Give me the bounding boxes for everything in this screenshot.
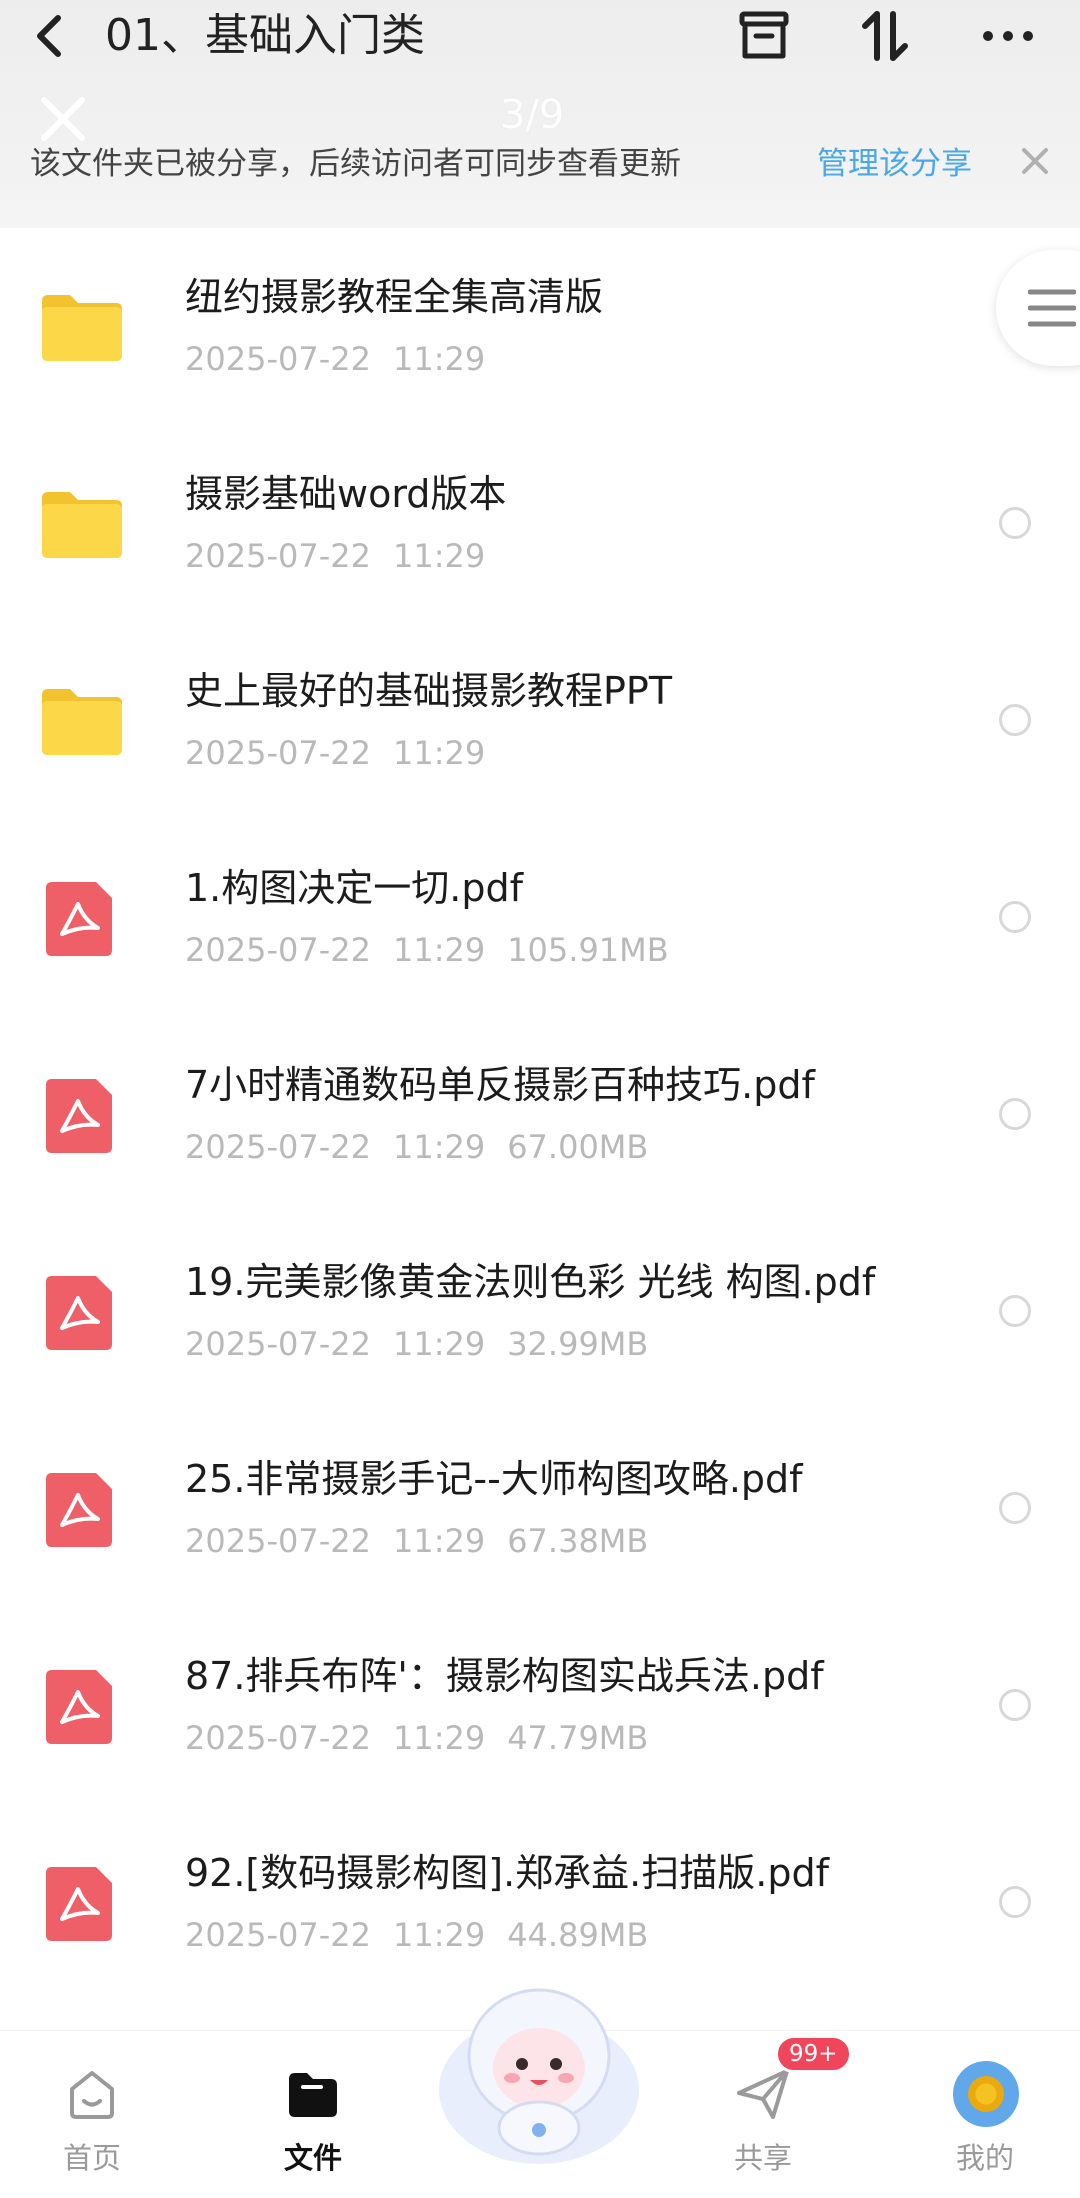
file-name: 19.完美影像黄金法则色彩 光线 构图.pdf xyxy=(185,1260,876,1304)
select-radio[interactable] xyxy=(999,1492,1031,1524)
close-icon xyxy=(1022,148,1048,174)
file-size: 67.00MB xyxy=(507,1128,649,1166)
file-time: 11:29 xyxy=(392,1522,486,1560)
list-item[interactable]: 19.完美影像黄金法则色彩 光线 构图.pdf 2025-07-22 11:29 3… xyxy=(0,1213,1080,1410)
sort-icon xyxy=(862,11,908,61)
tab-me[interactable]: 我的 xyxy=(915,2031,1055,2198)
file-size: 47.79MB xyxy=(507,1719,649,1757)
pdf-icon xyxy=(46,882,112,956)
file-time: 11:29 xyxy=(392,537,486,575)
folder-icon xyxy=(289,2073,337,2117)
folder-icon xyxy=(42,295,122,361)
pdf-icon xyxy=(46,1473,112,1547)
select-radio[interactable] xyxy=(999,1098,1031,1130)
tab-files[interactable]: 文件 xyxy=(243,2031,383,2198)
file-date: 2025-07-22 xyxy=(185,340,371,378)
file-meta: 2025-07-22 11:29 xyxy=(185,340,507,378)
file-time: 11:29 xyxy=(392,1128,486,1166)
list-item[interactable]: 87.排兵布阵'：摄影构图实战兵法.pdf 2025-07-22 11:29 47.… xyxy=(0,1607,1080,1804)
file-meta: 2025-07-22 11:29 xyxy=(185,734,507,772)
file-name: 7小时精通数码单反摄影百种技巧.pdf xyxy=(185,1063,815,1107)
notification-badge: 99+ xyxy=(775,2035,852,2073)
file-size: 67.38MB xyxy=(507,1522,649,1560)
file-meta: 2025-07-22 11:29 47.79MB xyxy=(185,1719,670,1757)
list-item[interactable]: 25.非常摄影手记--大师构图攻略.pdf 2025-07-22 11:29 67.… xyxy=(0,1410,1080,1607)
file-meta: 2025-07-22 11:29 105.91MB xyxy=(185,931,691,969)
tab-me-label: 我的 xyxy=(955,2141,1014,2175)
tab-share[interactable]: 99+ 共享 xyxy=(693,2031,852,2198)
assistant-mascot-button[interactable] xyxy=(432,1970,646,2170)
file-date: 2025-07-22 xyxy=(185,1522,371,1560)
select-radio[interactable] xyxy=(999,901,1031,933)
tab-home[interactable]: 首页 xyxy=(22,2031,162,2198)
select-radio[interactable] xyxy=(999,1886,1031,1918)
file-date: 2025-07-22 xyxy=(185,734,371,772)
back-button[interactable] xyxy=(28,10,72,62)
file-time: 11:29 xyxy=(392,1325,486,1363)
select-radio[interactable] xyxy=(999,1295,1031,1327)
sort-button[interactable] xyxy=(855,6,915,66)
file-list: 纽约摄影教程全集高清版 2025-07-22 11:29 摄影基础word版本 2… xyxy=(0,228,1080,2001)
top-bar: 01、基础入门类 3/9 该文件夹已被分享，后续访问者可同步查看更新 管理该分享 xyxy=(0,0,1080,228)
file-size: 32.99MB xyxy=(507,1325,649,1363)
file-name: 纽约摄影教程全集高清版 xyxy=(185,275,604,319)
file-time: 11:29 xyxy=(392,1916,486,1954)
file-size: 105.91MB xyxy=(507,931,669,969)
file-date: 2025-07-22 xyxy=(185,1719,371,1757)
select-radio[interactable] xyxy=(999,1689,1031,1721)
pdf-icon xyxy=(46,1079,112,1153)
share-banner-text: 该文件夹已被分享，后续访问者可同步查看更新 xyxy=(30,146,681,182)
archive-icon xyxy=(739,11,789,59)
chevron-left-icon xyxy=(37,15,61,57)
tab-home-label: 首页 xyxy=(62,2141,121,2175)
list-item[interactable]: 摄影基础word版本 2025-07-22 11:29 xyxy=(0,425,1080,622)
list-item[interactable]: 7小时精通数码单反摄影百种技巧.pdf 2025-07-22 11:29 67.00… xyxy=(0,1016,1080,1213)
folder-icon xyxy=(42,492,122,558)
file-meta: 2025-07-22 11:29 44.89MB xyxy=(185,1916,670,1954)
file-meta: 2025-07-22 11:29 67.38MB xyxy=(185,1522,670,1560)
tab-files-label: 文件 xyxy=(283,2141,342,2175)
share-banner-close-button[interactable] xyxy=(1018,144,1052,178)
more-icon xyxy=(983,31,1033,41)
list-item[interactable]: 1.构图决定一切.pdf 2025-07-22 11:29 105.91MB xyxy=(0,819,1080,1016)
file-name: 摄影基础word版本 xyxy=(185,472,507,516)
manage-share-link[interactable]: 管理该分享 xyxy=(817,138,972,183)
tab-share-label: 共享 xyxy=(733,2141,792,2175)
folder-icon xyxy=(42,689,122,755)
archive-button[interactable] xyxy=(734,6,794,66)
share-banner: 该文件夹已被分享，后续访问者可同步查看更新 管理该分享 xyxy=(0,130,1080,200)
page-title: 01、基础入门类 xyxy=(105,10,425,61)
home-icon xyxy=(70,2071,114,2119)
file-size: 44.89MB xyxy=(507,1916,649,1954)
file-time: 11:29 xyxy=(392,1719,486,1757)
file-meta: 2025-07-22 11:29 xyxy=(185,537,507,575)
select-radio[interactable] xyxy=(999,507,1031,539)
file-time: 11:29 xyxy=(392,734,486,772)
file-date: 2025-07-22 xyxy=(185,1325,371,1363)
file-date: 2025-07-22 xyxy=(185,931,371,969)
send-icon xyxy=(737,2069,789,2119)
list-item[interactable]: 纽约摄影教程全集高清版 2025-07-22 11:29 xyxy=(0,228,1080,425)
file-time: 11:29 xyxy=(392,931,486,969)
more-button[interactable] xyxy=(978,6,1038,66)
pdf-icon xyxy=(46,1670,112,1744)
file-name: 92.[数码摄影构图].郑承益.扫描版.pdf xyxy=(185,1851,829,1895)
pdf-icon xyxy=(46,1276,112,1350)
file-name: 25.非常摄影手记--大师构图攻略.pdf xyxy=(185,1457,803,1501)
select-radio[interactable] xyxy=(999,704,1031,736)
list-item[interactable]: 史上最好的基础摄影教程PPT 2025-07-22 11:29 xyxy=(0,622,1080,819)
file-date: 2025-07-22 xyxy=(185,1128,371,1166)
file-meta: 2025-07-22 11:29 67.00MB xyxy=(185,1128,670,1166)
pdf-icon xyxy=(46,1867,112,1941)
avatar xyxy=(953,2061,1019,2127)
file-name: 87.排兵布阵'：摄影构图实战兵法.pdf xyxy=(185,1654,824,1698)
file-meta: 2025-07-22 11:29 32.99MB xyxy=(185,1325,670,1363)
file-date: 2025-07-22 xyxy=(185,537,371,575)
menu-icon xyxy=(1028,289,1076,327)
file-date: 2025-07-22 xyxy=(185,1916,371,1954)
file-name: 1.构图决定一切.pdf xyxy=(185,866,523,910)
file-name: 史上最好的基础摄影教程PPT xyxy=(185,669,673,713)
file-time: 11:29 xyxy=(392,340,486,378)
